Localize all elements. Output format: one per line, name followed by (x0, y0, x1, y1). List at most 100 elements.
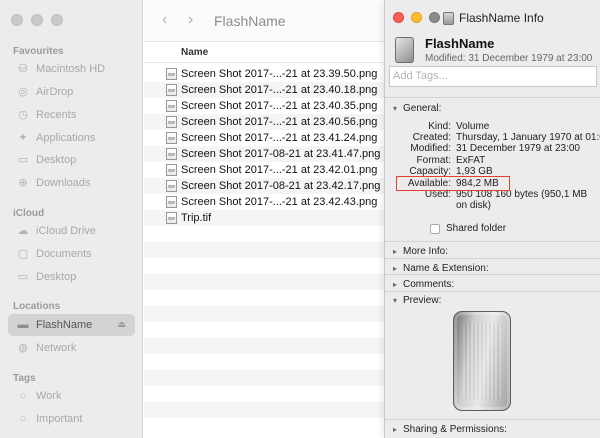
section-header-more-info[interactable]: ▸ More Info: (385, 243, 600, 259)
image-file-icon (166, 100, 177, 112)
image-file-icon (166, 196, 177, 208)
file-name: Screen Shot 2017-...-21 at 23.40.18.png (181, 84, 378, 96)
modified-value: 31 December 1979 at 23:00 (456, 143, 580, 154)
kind-value: Volume (456, 121, 490, 132)
sidebar-item-label: Recents (36, 109, 77, 121)
minimize-button[interactable] (411, 12, 422, 23)
image-file-icon (166, 212, 177, 224)
sidebar-item-label: Macintosh HD (36, 63, 106, 75)
sidebar-item-label: Work (36, 390, 62, 402)
info-header: FlashName Modified: 31 December 1979 at … (395, 36, 595, 66)
section-header-sharing-permissions[interactable]: ▸ Sharing & Permissions: (385, 421, 600, 437)
eject-icon[interactable]: ⏏ (117, 319, 126, 330)
tags-input[interactable]: Add Tags... (389, 66, 597, 87)
sidebar-heading-locations: Locations (13, 301, 61, 312)
modified-label: Modified: (410, 143, 451, 154)
column-header-name[interactable]: Name (181, 47, 208, 58)
sidebar-item-applications[interactable]: ✦ Applications (8, 127, 135, 149)
close-button[interactable] (11, 14, 23, 26)
divider (385, 241, 600, 242)
close-button[interactable] (393, 12, 404, 23)
chevron-right-icon: ▸ (393, 246, 398, 256)
image-file-icon (166, 180, 177, 192)
section-sharing-permissions: ▸ Sharing & Permissions: (385, 421, 600, 437)
section-title: Name & Extension: (403, 262, 489, 274)
zoom-button[interactable] (51, 14, 63, 26)
file-name: Screen Shot 2017-08-21 at 23.41.47.png (181, 148, 381, 160)
sidebar-item-network[interactable]: ◍ Network (8, 337, 135, 359)
desktop-icon: ▭ (17, 153, 29, 166)
sidebar-item-recents[interactable]: ◷ Recents (8, 104, 135, 126)
available-highlight-box (396, 176, 510, 191)
sidebar-item-label: Network (36, 342, 77, 354)
kind-label: Kind: (428, 121, 451, 132)
download-icon: ⊕ (18, 176, 28, 189)
sidebar-item-label: Important (36, 413, 83, 425)
sidebar-heading-favourites: Favourites (13, 46, 64, 57)
info-window: FlashName Info FlashName Modified: 31 De… (384, 0, 600, 438)
file-name: Trip.tif (181, 212, 212, 224)
section-more-info: ▸ More Info: (385, 243, 600, 259)
sidebar-item-label: Desktop (36, 154, 77, 166)
info-window-title: FlashName Info (443, 11, 544, 25)
sidebar-item-label: Documents (36, 248, 92, 260)
image-file-icon (166, 148, 177, 160)
volume-name: FlashName (425, 36, 495, 51)
sidebar-item-downloads[interactable]: ⊕ Downloads (8, 172, 135, 194)
sidebar-item-icloud-desktop[interactable]: ▭ Desktop (8, 266, 135, 288)
zoom-button[interactable] (429, 12, 440, 23)
forward-icon[interactable]: › (188, 12, 193, 28)
format-label: Format: (416, 155, 451, 166)
hard-drive-icon: ⛁ (18, 62, 28, 75)
section-comments: ▸ Comments: (385, 276, 600, 292)
section-header-comments[interactable]: ▸ Comments: (385, 276, 600, 292)
sidebar-item-label: iCloud Drive (36, 225, 96, 237)
file-name: Screen Shot 2017-...-21 at 23.42.43.png (181, 196, 378, 208)
chevron-right-icon: ▸ (393, 279, 398, 289)
cloud-icon: ☁ (17, 224, 29, 237)
sidebar-item-icloud-drive[interactable]: ☁ iCloud Drive (8, 220, 135, 242)
preview-area (385, 305, 600, 418)
shared-folder-label: Shared folder (446, 223, 507, 234)
chevron-right-icon: ▸ (393, 263, 398, 273)
sidebar-item-desktop[interactable]: ▭ Desktop (8, 149, 135, 171)
file-name: Screen Shot 2017-...-21 at 23.41.24.png (181, 132, 378, 144)
chevron-right-icon: ▸ (393, 424, 398, 434)
minimize-button[interactable] (31, 14, 43, 26)
external-drive-preview-image (453, 311, 511, 411)
section-header-general[interactable]: ▾ General: (385, 100, 600, 116)
info-window-controls (393, 12, 440, 23)
divider (385, 258, 600, 259)
tag-circle-icon: ○ (19, 412, 27, 425)
file-name: Screen Shot 2017-...-21 at 23.39.50.png (181, 68, 378, 80)
image-file-icon (166, 68, 177, 80)
section-title: General: (403, 102, 442, 114)
external-drive-icon: ▬ (17, 318, 29, 331)
sidebar-heading-tags: Tags (13, 373, 36, 384)
file-name: Screen Shot 2017-...-21 at 23.42.01.png (181, 164, 378, 176)
sidebar-item-tag-important[interactable]: ○ Important (8, 408, 135, 430)
desktop-icon: ▭ (17, 270, 29, 283)
section-title: Comments: (403, 278, 455, 290)
shared-folder-option[interactable]: Shared folder (430, 223, 506, 234)
tag-circle-icon: ○ (19, 389, 27, 402)
created-label: Created: (412, 132, 451, 143)
back-icon[interactable]: ‹ (162, 12, 167, 28)
sidebar-item-macintosh-hd[interactable]: ⛁ Macintosh HD (8, 58, 135, 80)
image-file-icon (166, 84, 177, 96)
sidebar-item-tag-work[interactable]: ○ Work (8, 385, 135, 407)
image-file-icon (166, 164, 177, 176)
section-general: ▾ General: (385, 100, 600, 116)
finder-sidebar: Favourites ⛁ Macintosh HD ◎ AirDrop ◷ Recen… (0, 0, 143, 438)
sidebar-item-airdrop[interactable]: ◎ AirDrop (8, 81, 135, 103)
divider (385, 97, 600, 98)
chevron-down-icon: ▾ (393, 103, 398, 113)
sidebar-item-documents[interactable]: ▢ Documents (8, 243, 135, 265)
created-value: Thursday, 1 January 1970 at 01:00 (456, 132, 600, 143)
sidebar-item-label: Desktop (36, 271, 77, 283)
sidebar-item-flashname[interactable]: ▬ FlashName ⏏ (8, 314, 135, 336)
file-name: Screen Shot 2017-...-21 at 23.40.35.png (181, 100, 378, 112)
image-file-icon (166, 116, 177, 128)
drive-icon (395, 37, 414, 63)
shared-folder-checkbox[interactable] (430, 223, 440, 234)
